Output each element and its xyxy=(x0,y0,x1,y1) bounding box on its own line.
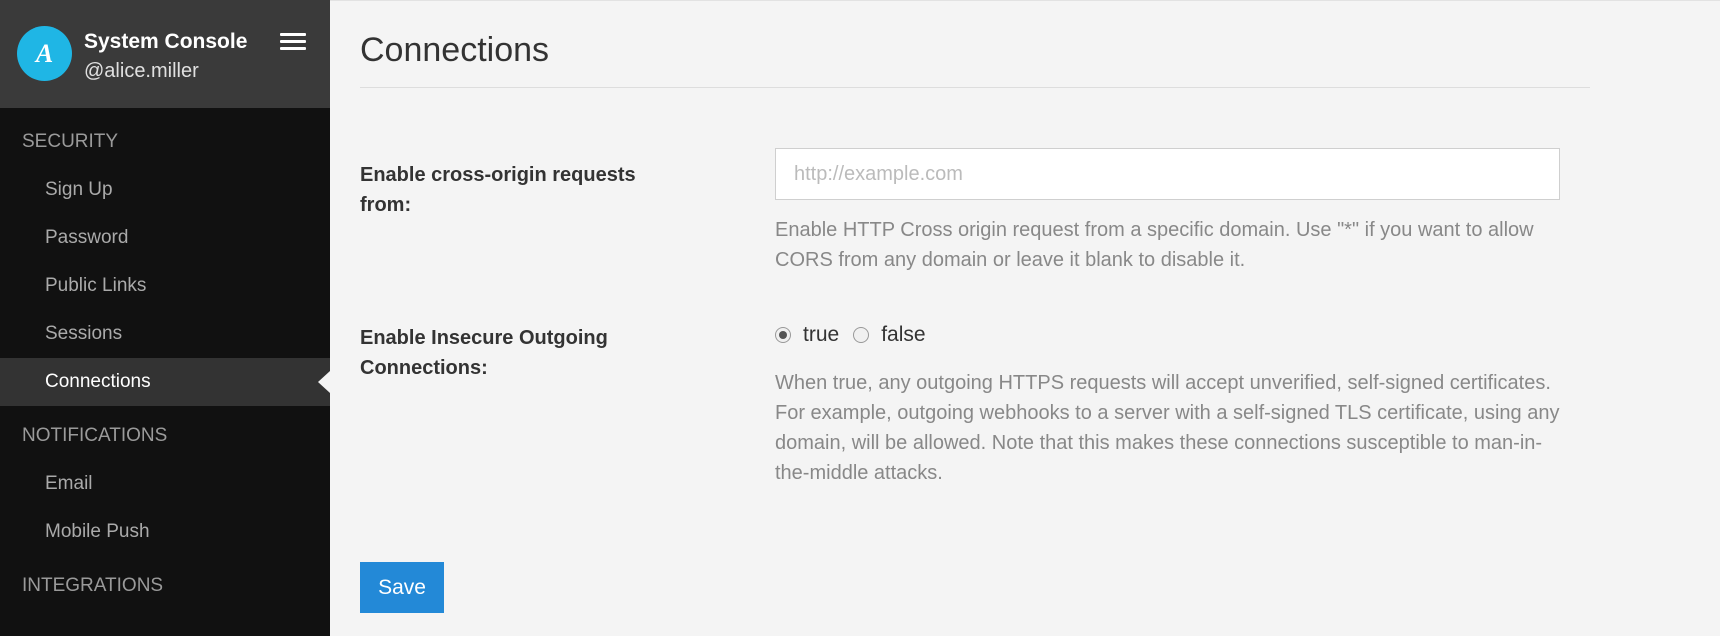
section-security: SECURITY xyxy=(22,131,119,152)
title-divider xyxy=(360,87,1590,88)
cors-help-text: Enable HTTP Cross origin request from a … xyxy=(775,219,1534,271)
section-integrations: INTEGRATIONS xyxy=(22,575,164,596)
main-content: Connections Enable cross-origin requests… xyxy=(330,0,1720,636)
save-button[interactable]: Save xyxy=(360,562,444,613)
sidebar-item-public-links[interactable]: Public Links xyxy=(0,262,330,310)
sidebar-item-connections[interactable]: Connections xyxy=(0,358,330,406)
page-title: Connections xyxy=(360,31,550,69)
cors-input[interactable] xyxy=(775,148,1560,200)
team-name: System Console xyxy=(84,30,248,53)
sidebar-item-password[interactable]: Password xyxy=(0,214,330,262)
radio-false-label[interactable]: false xyxy=(881,323,925,347)
radio-false[interactable] xyxy=(853,327,870,343)
insecure-connections-help-text: When true, any outgoing HTTPS requests w… xyxy=(775,372,1560,484)
menu-icon[interactable] xyxy=(280,33,306,53)
insecure-connections-radio-group: true false xyxy=(775,323,940,347)
insecure-connections-label: Enable Insecure Outgoing Connections: xyxy=(360,327,608,379)
user-name: @alice.miller xyxy=(84,60,199,82)
sidebar-item-email[interactable]: Email xyxy=(0,460,330,508)
sidebar-item-sessions[interactable]: Sessions xyxy=(0,310,330,358)
sidebar-header: A System Console @alice.miller xyxy=(0,0,330,108)
avatar[interactable]: A xyxy=(17,26,72,81)
radio-true-label[interactable]: true xyxy=(803,323,839,347)
section-notifications: NOTIFICATIONS xyxy=(22,425,168,446)
sidebar-item-mobile-push[interactable]: Mobile Push xyxy=(0,508,330,556)
sidebar-item-sign-up[interactable]: Sign Up xyxy=(0,166,330,214)
sidebar: A System Console @alice.miller SECURITY … xyxy=(0,0,330,636)
radio-true[interactable] xyxy=(775,327,791,343)
cors-label: Enable cross-origin requests from: xyxy=(360,164,636,216)
